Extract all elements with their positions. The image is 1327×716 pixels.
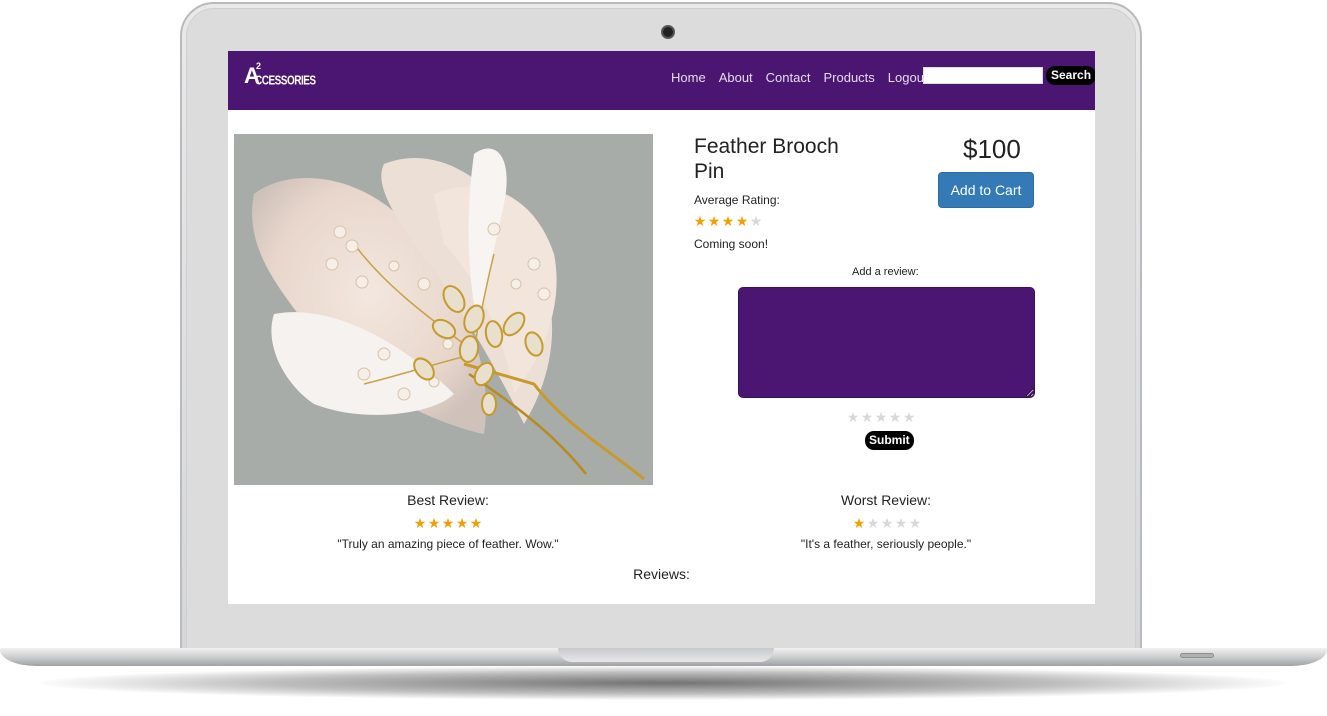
- star-icon[interactable]: ★: [874, 409, 888, 425]
- star-icon[interactable]: ★: [902, 409, 916, 425]
- product-description: Coming soon!: [694, 237, 769, 251]
- star-icon: ★: [441, 515, 455, 531]
- star-icon: ★: [707, 213, 721, 229]
- star-icon: ★: [880, 515, 894, 531]
- nav-logout[interactable]: Logout: [888, 70, 928, 85]
- star-icon: ★: [413, 515, 427, 531]
- star-icon[interactable]: ★: [846, 409, 860, 425]
- laptop-mockup: A 2 CCESSORIES Home About Contact Produc…: [0, 0, 1327, 716]
- best-review-quote: "Truly an amazing piece of feather. Wow.…: [337, 537, 559, 551]
- average-rating-stars: ★ ★ ★ ★ ★: [693, 213, 763, 229]
- camera-icon: [661, 25, 675, 39]
- navbar: A 2 CCESSORIES Home About Contact Produc…: [228, 51, 1095, 110]
- submit-review-button[interactable]: Submit: [865, 431, 914, 450]
- average-rating-label: Average Rating:: [694, 193, 780, 207]
- star-icon: ★: [866, 515, 880, 531]
- nav-products[interactable]: Products: [823, 70, 874, 85]
- star-icon: ★: [427, 515, 441, 531]
- star-icon: ★: [721, 213, 735, 229]
- logo-text: CCESSORIES: [255, 74, 316, 89]
- star-icon: ★: [455, 515, 469, 531]
- star-icon: ★: [693, 213, 707, 229]
- add-to-cart-button[interactable]: Add to Cart: [938, 172, 1034, 208]
- review-rating-input[interactable]: ★ ★ ★ ★ ★: [846, 409, 916, 425]
- product-image: [234, 134, 653, 485]
- star-icon: ★: [908, 515, 922, 531]
- search-button[interactable]: Search: [1046, 66, 1095, 85]
- star-icon[interactable]: ★: [888, 409, 902, 425]
- nav-contact[interactable]: Contact: [766, 70, 811, 85]
- product-title: Feather Brooch Pin: [694, 135, 839, 183]
- laptop-notch: [558, 648, 774, 662]
- star-icon[interactable]: ★: [860, 409, 874, 425]
- star-icon: ★: [469, 515, 483, 531]
- best-review-title: Best Review:: [407, 492, 489, 508]
- worst-review-quote: "It's a feather, seriously people.": [800, 537, 972, 551]
- screen: A 2 CCESSORIES Home About Contact Produc…: [228, 51, 1095, 604]
- search-input[interactable]: [923, 67, 1043, 84]
- star-icon: ★: [852, 515, 866, 531]
- star-icon: ★: [735, 213, 749, 229]
- laptop-led-indicator: [1180, 653, 1214, 658]
- star-icon: ★: [749, 213, 763, 229]
- add-review-label: Add a review:: [852, 266, 919, 278]
- worst-review-title: Worst Review:: [841, 492, 931, 508]
- reviews-section-title: Reviews:: [633, 566, 690, 582]
- nav-about[interactable]: About: [719, 70, 753, 85]
- logo-superscript: 2: [256, 61, 262, 71]
- best-review-stars: ★ ★ ★ ★ ★: [413, 515, 483, 531]
- worst-review-stars: ★ ★ ★ ★ ★: [852, 515, 922, 531]
- product-price: $100: [963, 134, 1021, 164]
- laptop-shadow: [40, 666, 1287, 700]
- nav-home[interactable]: Home: [671, 70, 706, 85]
- nav-links: Home About Contact Products Logout: [671, 70, 941, 85]
- star-icon: ★: [894, 515, 908, 531]
- brand-logo[interactable]: A 2 CCESSORIES: [244, 61, 316, 89]
- review-textarea[interactable]: [738, 287, 1035, 398]
- feather-brooch-illustration: [234, 134, 653, 485]
